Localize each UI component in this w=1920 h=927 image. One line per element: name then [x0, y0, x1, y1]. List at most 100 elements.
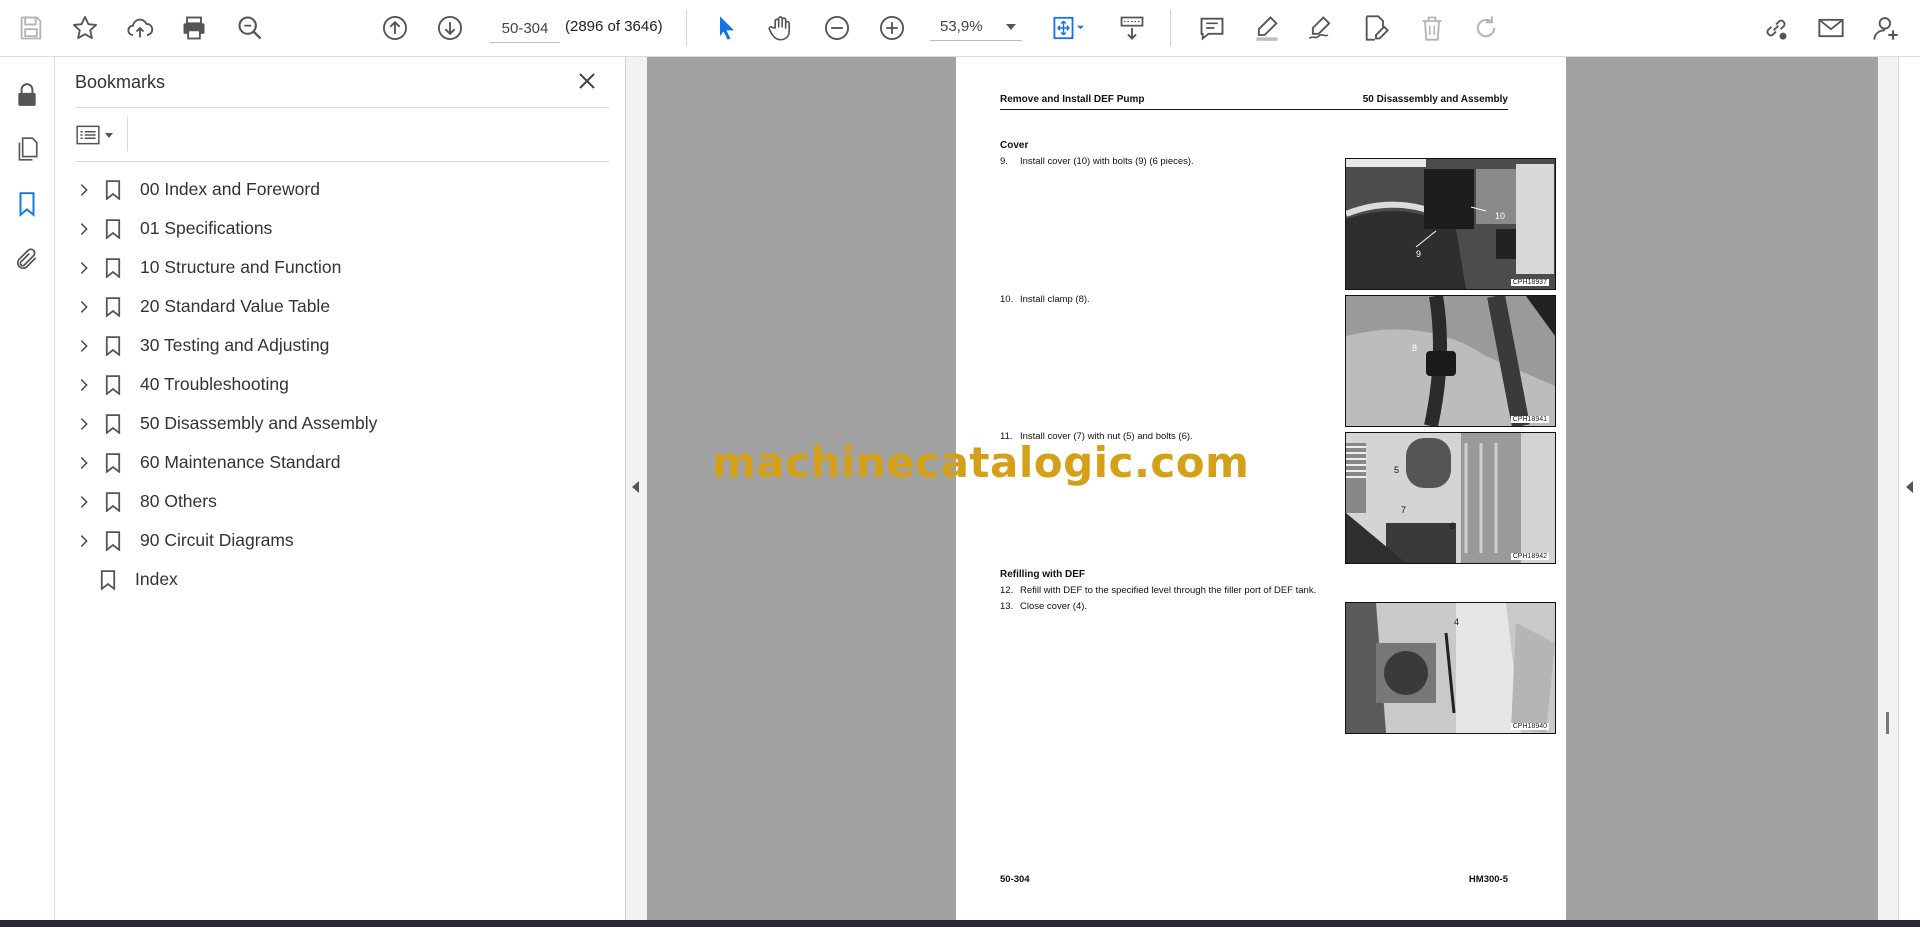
page-thumbnails-icon[interactable]: [11, 133, 43, 165]
step-text: Refill with DEF to the specified level t…: [1020, 585, 1317, 596]
figure-code: CPH18942: [1510, 553, 1549, 560]
chevron-right-icon[interactable]: [73, 452, 95, 474]
figure-image: 5 7 6 CPH18942: [1345, 432, 1556, 564]
bookmark-options-button[interactable]: [75, 119, 125, 151]
bookmark-item[interactable]: 90 Circuit Diagrams: [70, 521, 610, 560]
chevron-right-icon[interactable]: [73, 530, 95, 552]
bookmark-item[interactable]: 60 Maintenance Standard: [70, 443, 610, 482]
bookmark-label: 30 Testing and Adjusting: [140, 335, 330, 355]
chevron-right-icon[interactable]: [73, 374, 95, 396]
callout-label: 5: [1394, 465, 1399, 475]
list-options-icon: [76, 125, 100, 145]
delete-icon[interactable]: [1413, 9, 1451, 47]
bookmark-item[interactable]: 00 Index and Foreword: [70, 170, 610, 209]
main-toolbar: (2896 of 3646) 53,9%: [0, 0, 1920, 57]
collapse-left-panel-handle[interactable]: [626, 57, 647, 920]
lock-icon[interactable]: [11, 79, 43, 111]
step-item: 9. Install cover (10) with bolts (9) (6 p…: [1000, 156, 1194, 167]
chevron-left-icon: [1906, 481, 1913, 493]
draw-sign-icon[interactable]: [1302, 9, 1340, 47]
next-page-icon[interactable]: [431, 9, 469, 47]
bookmark-item[interactable]: 10 Structure and Function: [70, 248, 610, 287]
close-icon[interactable]: [575, 69, 599, 93]
share-link-icon[interactable]: [1757, 9, 1795, 47]
page-header-right: 50 Disassembly and Assembly: [1362, 94, 1508, 105]
bookmark-list: 00 Index and Foreword 01 Specifications 10…: [70, 170, 610, 599]
previous-page-icon[interactable]: [376, 9, 414, 47]
bookmark-icon: [105, 218, 123, 240]
bookmark-label: 40 Troubleshooting: [140, 374, 289, 394]
bookmark-item[interactable]: 40 Troubleshooting: [70, 365, 610, 404]
bookmark-item[interactable]: 01 Specifications: [70, 209, 610, 248]
upload-cloud-icon[interactable]: [121, 9, 159, 47]
save-icon[interactable]: [12, 9, 50, 47]
find-zoom-icon[interactable]: [231, 9, 269, 47]
vertical-scrollbar[interactable]: [1878, 57, 1898, 920]
select-cursor-icon[interactable]: [708, 9, 746, 47]
fit-page-icon[interactable]: [1043, 9, 1093, 47]
divider: [127, 117, 128, 151]
toolbar-divider: [1170, 10, 1171, 46]
callout-label: 8: [1412, 343, 1417, 353]
bookmark-item[interactable]: 20 Standard Value Table: [70, 287, 610, 326]
step-number: 12.: [1000, 585, 1014, 596]
bookmark-label: Index: [135, 569, 178, 589]
edit-text-icon[interactable]: [1357, 9, 1395, 47]
chevron-right-icon[interactable]: [73, 296, 95, 318]
callout-label: 9: [1416, 249, 1421, 259]
zoom-dropdown[interactable]: 53,9%: [930, 14, 1022, 41]
page-footer-left: 50-304: [1000, 874, 1030, 885]
bookmark-label: 50 Disassembly and Assembly: [140, 413, 378, 433]
email-icon[interactable]: [1812, 9, 1850, 47]
bookmark-item[interactable]: 80 Others: [70, 482, 610, 521]
bookmark-item[interactable]: Index: [70, 560, 610, 599]
bookmark-label: 00 Index and Foreword: [140, 179, 320, 199]
bookmark-icon: [105, 257, 123, 279]
bookmark-label: 10 Structure and Function: [140, 257, 342, 277]
page-footer-right: HM300-5: [1468, 874, 1508, 885]
toolbar-divider: [686, 10, 687, 46]
section-title-refill: Refilling with DEF: [1000, 569, 1085, 580]
chevron-right-icon[interactable]: [73, 218, 95, 240]
bookmark-item[interactable]: 30 Testing and Adjusting: [70, 326, 610, 365]
bookmark-label: 90 Circuit Diagrams: [140, 530, 294, 550]
figure-image: 4 CPH18940: [1345, 602, 1556, 734]
bookmarks-icon[interactable]: [11, 188, 43, 220]
divider: [75, 161, 609, 162]
redo-icon[interactable]: [1467, 9, 1505, 47]
chevron-right-icon[interactable]: [73, 257, 95, 279]
step-text: Install cover (10) with bolts (9) (6 pie…: [1020, 156, 1194, 167]
document-viewport[interactable]: Remove and Install DEF Pump 50 Disassemb…: [647, 57, 1878, 920]
print-icon[interactable]: [175, 9, 213, 47]
callout-label: 4: [1454, 617, 1459, 627]
add-user-icon[interactable]: [1867, 9, 1905, 47]
zoom-out-icon[interactable]: [818, 9, 856, 47]
hand-tool-icon[interactable]: [762, 9, 800, 47]
divider: [75, 107, 609, 108]
highlight-pen-icon[interactable]: [1248, 9, 1286, 47]
star-icon[interactable]: [66, 9, 104, 47]
attachments-icon[interactable]: [11, 243, 43, 275]
bookmark-label: 60 Maintenance Standard: [140, 452, 341, 472]
chevron-right-icon[interactable]: [73, 335, 95, 357]
scroll-mode-icon[interactable]: [1113, 9, 1151, 47]
figure-code: CPH18940: [1510, 723, 1549, 730]
page-number-input[interactable]: [490, 14, 560, 43]
bookmark-item[interactable]: 50 Disassembly and Assembly: [70, 404, 610, 443]
bookmark-icon: [105, 452, 123, 474]
bookmark-label: 01 Specifications: [140, 218, 273, 238]
section-title-cover: Cover: [1000, 140, 1029, 151]
scrollbar-thumb[interactable]: [1886, 712, 1889, 734]
comment-icon[interactable]: [1193, 9, 1231, 47]
callout-label: 6: [1450, 521, 1455, 531]
bookmark-icon: [105, 530, 123, 552]
zoom-value: 53,9%: [940, 18, 983, 35]
expand-right-panel-handle[interactable]: [1898, 57, 1920, 920]
figure-image: 8 CPH18941: [1345, 295, 1556, 427]
chevron-right-icon[interactable]: [73, 413, 95, 435]
chevron-right-icon[interactable]: [73, 179, 95, 201]
zoom-in-icon[interactable]: [873, 9, 911, 47]
taskbar-edge: [0, 920, 1920, 927]
chevron-right-icon[interactable]: [73, 491, 95, 513]
figure-code: CPH18937: [1510, 279, 1549, 286]
